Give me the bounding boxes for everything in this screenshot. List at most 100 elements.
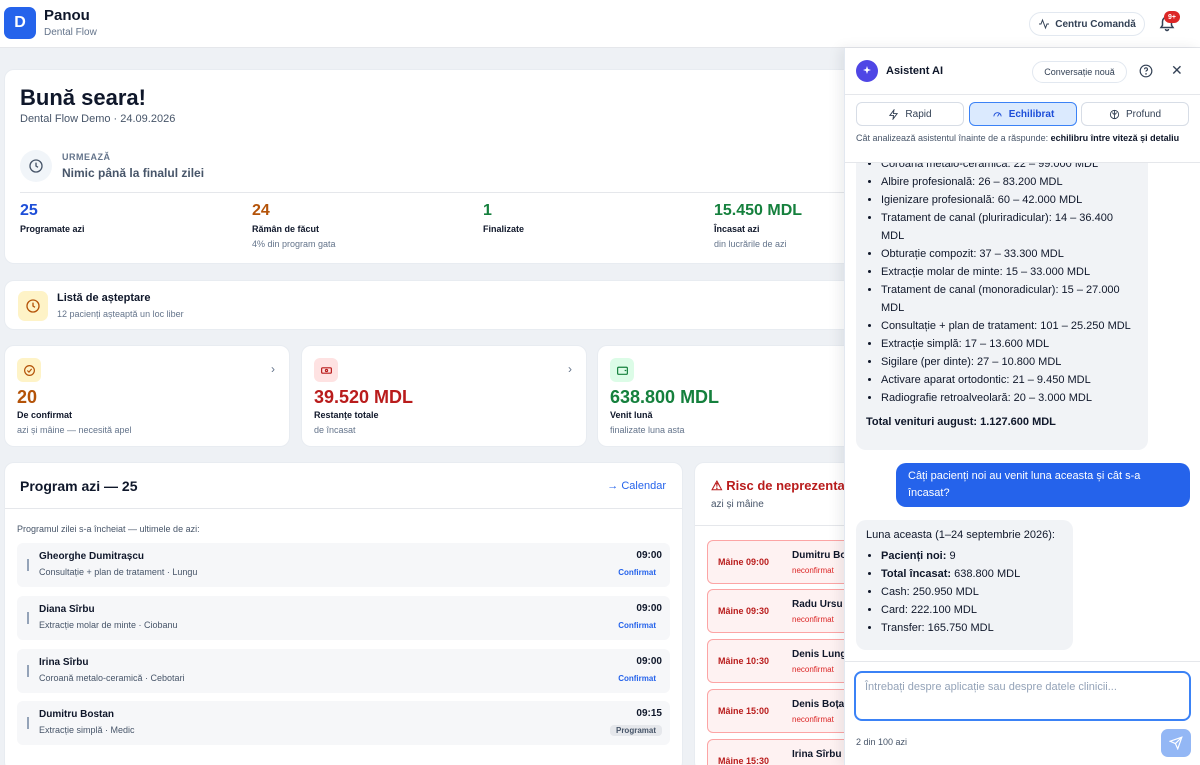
list-item: Obturație compozit: 37 – 33.300 MDL bbox=[881, 245, 1138, 263]
divider bbox=[5, 508, 682, 509]
appointment-row[interactable]: Irina Sîrbu Coroană metalo-ceramică · Ce… bbox=[17, 649, 670, 693]
status-badge: Confirmat bbox=[618, 621, 656, 630]
greeting-subtitle: Dental Flow Demo · 24.09.2026 bbox=[20, 113, 176, 125]
divider bbox=[695, 525, 863, 526]
kpi-hint: azi și mâine — necesită apel bbox=[17, 425, 132, 435]
top-bar: D Panou Dental Flow Centru Comandă 9+ bbox=[0, 0, 1200, 48]
ai-assistant-panel: Asistent AI Conversație nouă ✕ Rapid Ech… bbox=[844, 48, 1200, 765]
greeting-card: Bună seara! Dental Flow Demo · 24.09.202… bbox=[4, 69, 864, 264]
kpi-label: Venit lună bbox=[610, 410, 653, 420]
kpi-value: 39.520 MDL bbox=[314, 387, 414, 407]
status-badge: Programat bbox=[609, 725, 662, 736]
wallet-icon bbox=[610, 358, 634, 382]
status-bar bbox=[27, 612, 29, 624]
risk-status: neconfirmat bbox=[792, 665, 834, 674]
user-message: Câți pacienți noi au venit luna aceasta … bbox=[896, 463, 1190, 507]
risk-status: neconfirmat bbox=[792, 715, 834, 724]
chevron-right-icon: › bbox=[568, 362, 572, 376]
status-badge: Confirmat bbox=[618, 568, 656, 577]
assistant-message: Coroană metalo-ceramică: 22 – 99.000 MDL… bbox=[856, 163, 1148, 450]
page-title: Panou bbox=[44, 7, 90, 24]
status-badge: Confirmat bbox=[618, 674, 656, 683]
appointment-row[interactable]: Dumitru Bostan Extracție simplă · Medic … bbox=[17, 701, 670, 745]
send-icon bbox=[1169, 736, 1183, 750]
mode-rapid-button[interactable]: Rapid bbox=[856, 102, 964, 126]
close-icon[interactable]: ✕ bbox=[1171, 62, 1183, 79]
risk-patient: Denis Boțan bbox=[792, 699, 851, 710]
check-circle-icon bbox=[17, 358, 41, 382]
answer-list: Pacienți noi: 9 Total încasat: 638.800 M… bbox=[866, 547, 1063, 637]
kpi-label: De confirmat bbox=[17, 410, 73, 420]
cash-icon bbox=[314, 358, 338, 382]
chevron-right-icon: › bbox=[271, 362, 275, 376]
patient-name: Dumitru Bostan bbox=[39, 709, 114, 720]
kpi-value: 20 bbox=[17, 387, 38, 407]
command-center-button[interactable]: Centru Comandă bbox=[1029, 12, 1145, 36]
divider bbox=[845, 94, 1200, 95]
appointment-detail: Extracție molar de minte · Ciobanu bbox=[39, 620, 178, 630]
list-item: Sigilare (per dinte): 27 – 10.800 MDL bbox=[881, 353, 1138, 371]
risk-item[interactable]: Mâine 15:30 Irina Sîrbu neconfirmat bbox=[707, 739, 863, 765]
risk-item[interactable]: Mâine 10:30 Denis Lungu neconfirmat bbox=[707, 639, 863, 683]
patient-name: Diana Sîrbu bbox=[39, 604, 95, 615]
risk-patient: Radu Ursu bbox=[792, 599, 843, 610]
list-item: Coroană metalo-ceramică: 22 – 99.000 MDL bbox=[881, 163, 1138, 173]
risk-item[interactable]: Mâine 15:00 Denis Boțan neconfirmat bbox=[707, 689, 863, 733]
assistant-title: Asistent AI bbox=[886, 65, 944, 77]
mode-label: Echilibrat bbox=[1008, 108, 1055, 120]
status-bar bbox=[27, 665, 29, 677]
kpi-monthly-revenue[interactable]: 638.800 MDL Venit lună finalizate luna a… bbox=[597, 345, 864, 447]
risk-item[interactable]: Mâine 09:00 Dumitru Bostan neconfirmat bbox=[707, 540, 863, 584]
waitlist-card[interactable]: Listă de așteptare 12 pacienți așteaptă … bbox=[4, 280, 864, 330]
waitlist-subtitle: 12 pacienți așteaptă un loc liber bbox=[57, 309, 184, 319]
program-note: Programul zilei s-a încheiat — ultimele … bbox=[17, 524, 200, 534]
risk-time: Mâine 15:30 bbox=[718, 756, 770, 765]
kpi-label: Restanțe totale bbox=[314, 410, 379, 420]
stat-remaining: 24 Rămân de făcut 4% din program gata bbox=[252, 202, 336, 249]
mode-deep-button[interactable]: Profund bbox=[1081, 102, 1189, 126]
kpi-hint: de încasat bbox=[314, 425, 356, 435]
stat-hint: 4% din program gata bbox=[252, 239, 336, 249]
new-conversation-button[interactable]: Conversație nouă bbox=[1032, 61, 1127, 83]
kpi-outstanding[interactable]: › 39.520 MDL Restanțe totale de încasat bbox=[301, 345, 587, 447]
kpi-to-confirm[interactable]: › 20 De confirmat azi și mâine — necesit… bbox=[4, 345, 290, 447]
stat-label: Încasat azi bbox=[714, 224, 760, 234]
list-item: Total încasat: 638.800 MDL bbox=[881, 565, 1063, 583]
list-item: Extracție molar de minte: 15 – 33.000 MD… bbox=[881, 263, 1138, 281]
status-bar bbox=[27, 717, 29, 729]
stat-collected: 15.450 MDL Încasat azi din lucrările de … bbox=[714, 202, 802, 249]
risk-item[interactable]: Mâine 09:30 Radu Ursu neconfirmat bbox=[707, 589, 863, 633]
risk-time: Mâine 15:00 bbox=[718, 706, 770, 716]
risk-status: neconfirmat bbox=[792, 566, 834, 575]
kpi-value: 638.800 MDL bbox=[610, 387, 720, 407]
revenue-total: Total venituri august: 1.127.600 MDL bbox=[866, 416, 1056, 428]
mode-label: Profund bbox=[1125, 108, 1162, 120]
appointment-row[interactable]: Gheorghe Dumitrașcu Consultație + plan d… bbox=[17, 543, 670, 587]
clock-icon bbox=[18, 291, 48, 321]
patient-name: Irina Sîrbu bbox=[39, 657, 89, 668]
mode-label: Rapid bbox=[905, 108, 932, 120]
risk-time: Mâine 09:30 bbox=[718, 606, 770, 616]
status-bar bbox=[27, 559, 29, 571]
send-button[interactable] bbox=[1161, 729, 1191, 757]
list-item: Cash: 250.950 MDL bbox=[881, 583, 1063, 601]
list-item: Radiografie retroalveolară: 20 – 3.000 M… bbox=[881, 389, 1138, 407]
help-icon[interactable] bbox=[1139, 64, 1153, 78]
stat-value: 1 bbox=[483, 202, 492, 219]
divider bbox=[20, 192, 863, 193]
next-label: URMEAZĂ bbox=[62, 152, 111, 162]
stat-value: 24 bbox=[252, 202, 270, 219]
command-center-label: Centru Comandă bbox=[1055, 18, 1136, 30]
stat-label: Rămân de făcut bbox=[252, 224, 320, 234]
app-logo: D bbox=[4, 7, 36, 39]
app-name: Dental Flow bbox=[44, 27, 97, 38]
stat-hint: din lucrările de azi bbox=[714, 239, 787, 249]
chat-input[interactable]: Întrebați despre aplicație sau despre da… bbox=[854, 671, 1191, 721]
appointment-detail: Coroană metalo-ceramică · Cebotari bbox=[39, 673, 185, 683]
stat-completed: 1 Finalizate bbox=[483, 202, 524, 234]
calendar-link[interactable]: → Calendar bbox=[607, 480, 666, 492]
risk-time: Mâine 09:00 bbox=[718, 557, 770, 567]
assistant-message: Luna aceasta (1–24 septembrie 2026): Pac… bbox=[856, 520, 1073, 650]
appointment-row[interactable]: Diana Sîrbu Extracție molar de minte · C… bbox=[17, 596, 670, 640]
mode-balanced-button[interactable]: Echilibrat bbox=[969, 102, 1077, 126]
